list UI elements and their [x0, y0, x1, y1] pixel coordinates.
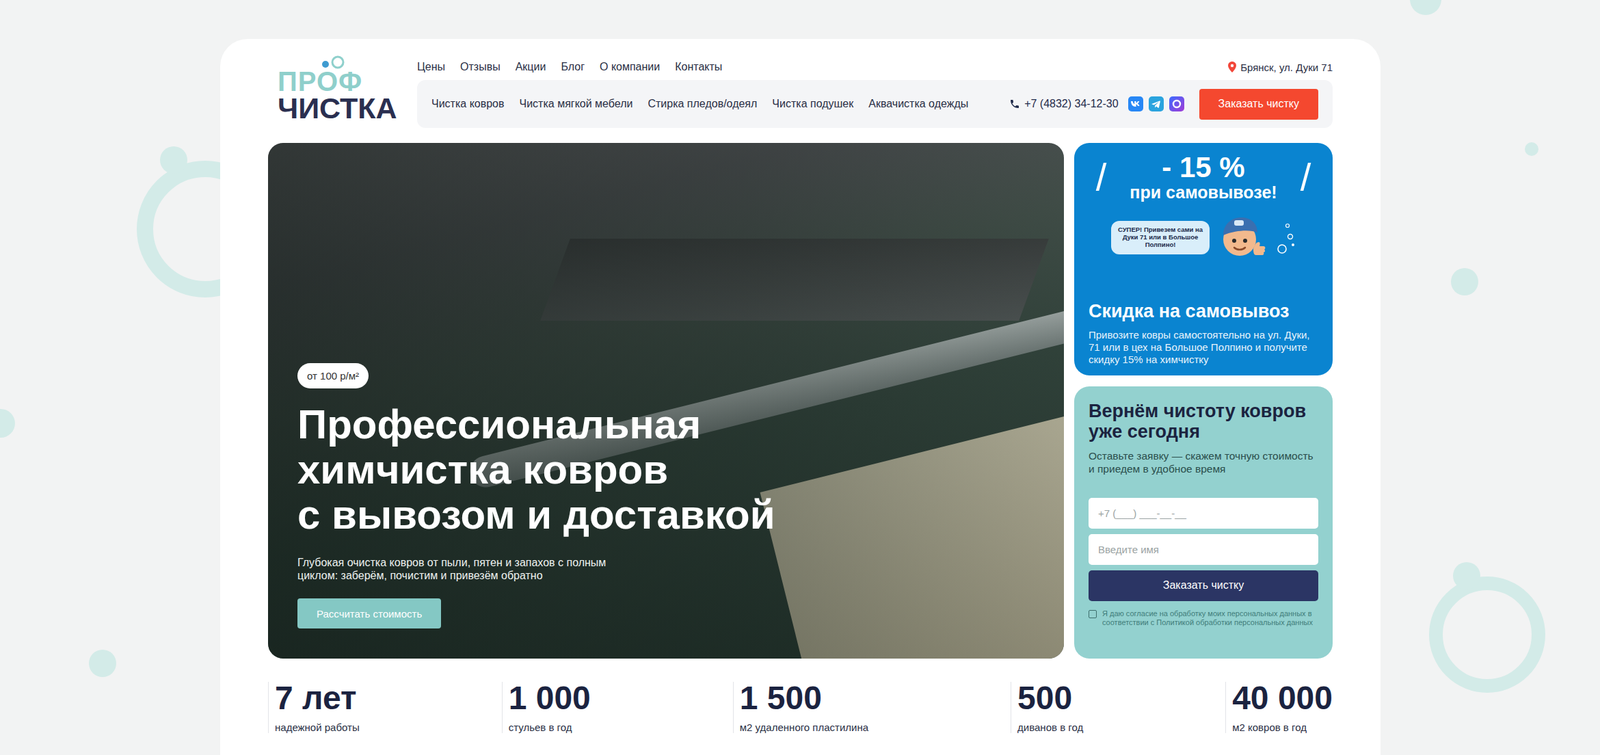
hero-banner: от 100 р/м² Профессиональнаяхимчистка ков…: [268, 142, 1064, 659]
service-link[interactable]: Аквачистка одежды: [868, 97, 969, 111]
site-card: ПРОФЧИСТКА Цены Отзывы Акции Блог О компании К…: [220, 38, 1381, 755]
stat-label: стульев в год: [508, 721, 591, 733]
hero-content: от 100 р/м² Профессиональнаяхимчистка ков…: [268, 363, 1064, 659]
vk-icon[interactable]: [1128, 96, 1144, 112]
stat-value: 7 лет: [274, 681, 360, 715]
bubble-decor: [1429, 576, 1546, 693]
hero-title-line: Профессиональная: [297, 402, 776, 448]
order-button[interactable]: Заказать чистку: [1199, 88, 1319, 120]
stat-item: 1 000 стульев в год: [501, 681, 591, 733]
bubbles-icon: [320, 55, 348, 71]
side-column: /- 15 %при самовывозе!/СУПЕР! Привезем с…: [1074, 142, 1333, 659]
slash: /: [1300, 157, 1312, 197]
top-nav-link[interactable]: Цены: [417, 60, 446, 74]
top-nav-link[interactable]: Акции: [515, 60, 547, 74]
stat-item: 1 500 м2 удаленного пластилина: [732, 681, 869, 733]
stat-item: 7 лет надежной работы: [268, 681, 360, 733]
service-link[interactable]: Чистка ковров: [431, 97, 505, 111]
hero-description: Глубокая очистка ковров от пыли, пятен и…: [297, 556, 626, 582]
lead-form: Вернём чистоту ковров уже сегодня Оставьт…: [1074, 386, 1333, 659]
form-title: Вернём чистоту ковров уже сегодня: [1088, 401, 1319, 442]
bubble-decor: [0, 408, 16, 438]
promo-text: Привозите ковры самостоятельно на ул. Ду…: [1088, 328, 1319, 366]
logo-bottom: ЧИСТКА: [277, 94, 412, 123]
submit-button[interactable]: Заказать чистку: [1088, 570, 1319, 602]
top-nav-link[interactable]: Контакты: [674, 60, 723, 74]
stat-label: надежной работы: [274, 721, 360, 733]
discount-text: - 15 %: [1129, 152, 1277, 183]
stat-value: 40 000: [1232, 681, 1333, 715]
price-badge: от 100 р/м²: [297, 363, 369, 389]
bubble-decor: [88, 649, 117, 677]
service-bar: Чистка ковров Чистка мягкой мебели Стирка …: [417, 80, 1333, 128]
top-row: Цены Отзывы Акции Блог О компании Контакты Бря…: [417, 55, 1333, 80]
form-fields: Заказать чистку: [1088, 497, 1319, 602]
stat-item: 500 диванов в год: [1010, 681, 1084, 733]
max-icon[interactable]: [1169, 96, 1185, 112]
calculate-button[interactable]: Рассчитать стоимость: [297, 598, 442, 629]
speech-bubble: СУПЕР! Привезем сами на Дуки 71 или в Бо…: [1111, 220, 1210, 255]
logo[interactable]: ПРОФЧИСТКА: [268, 55, 412, 128]
service-link[interactable]: Стирка пледов/одеял: [647, 97, 757, 111]
stat-item: 40 000 м2 ковров в год: [1225, 681, 1333, 733]
consent-text: Я даю согласие на обработку моих персона…: [1102, 609, 1319, 628]
photo-shade: [268, 142, 1064, 659]
promo-graphic: /- 15 %при самовывозе!/СУПЕР! Привезем с…: [1088, 152, 1319, 298]
promo-card[interactable]: /- 15 %при самовывозе!/СУПЕР! Привезем с…: [1074, 142, 1333, 376]
pin-icon: [1228, 61, 1237, 73]
consent-checkbox[interactable]: [1088, 609, 1097, 619]
services-nav: Чистка ковров Чистка мягкой мебели Стирка …: [431, 97, 969, 111]
stat-value: 1 500: [739, 681, 869, 715]
consent[interactable]: Я даю согласие на обработку моих персона…: [1088, 609, 1319, 628]
bubble-decor: [1409, 0, 1442, 16]
stat-value: 500: [1017, 681, 1084, 715]
phone-text: +7 (4832) 34-12-30: [1024, 97, 1118, 111]
bubble-decor: [1450, 268, 1479, 296]
telegram-icon[interactable]: [1148, 96, 1164, 112]
stat-label: м2 удаленного пластилина: [739, 721, 869, 733]
stat-label: диванов в год: [1017, 721, 1084, 733]
phone-icon: [1009, 98, 1021, 110]
header-right: Цены Отзывы Акции Блог О компании Контакты Бря…: [417, 55, 1333, 128]
hero-title: Профессиональнаяхимчистка ковровс вывозо…: [297, 402, 776, 538]
promo-illustration: СУПЕР! Привезем сами на Дуки 71 или в Бо…: [1088, 209, 1319, 267]
top-nav-link[interactable]: Блог: [560, 60, 585, 74]
mascot-icon: [1213, 209, 1272, 267]
hero-title-line: с вывозом и доставкой: [297, 492, 776, 538]
slash: /: [1096, 157, 1108, 197]
hero-section: от 100 р/м² Профессиональнаяхимчистка ков…: [268, 142, 1333, 659]
page: ПРОФЧИСТКА Цены Отзывы Акции Блог О компании К…: [0, 0, 1600, 755]
service-link[interactable]: Чистка подушек: [771, 97, 854, 111]
bubble-decor: [160, 146, 188, 174]
stats: 7 летнадежной работы1 000стульев в год1 …: [268, 681, 1333, 733]
phone-input[interactable]: [1088, 497, 1319, 529]
phone[interactable]: +7 (4832) 34-12-30: [1009, 97, 1118, 111]
bubbles-icon: [1275, 217, 1296, 259]
location[interactable]: Брянск, ул. Дуки 71: [1228, 61, 1333, 74]
discount-subtitle: при самовывозе!: [1129, 182, 1277, 203]
promo-head: / - 15 %при самовывозе! /: [1088, 152, 1319, 203]
top-nav: Цены Отзывы Акции Блог О компании Контакты: [417, 60, 723, 74]
top-nav-link[interactable]: О компании: [599, 60, 660, 74]
hero-title-line: химчистка ковров: [297, 447, 776, 493]
service-link[interactable]: Чистка мягкой мебели: [519, 97, 634, 111]
bubble-decor: [1524, 142, 1539, 156]
form-text: Оставьте заявку — скажем точную стоимост…: [1088, 449, 1319, 476]
promo-discount: - 15 %при самовывозе!: [1129, 152, 1277, 203]
header: ПРОФЧИСТКА Цены Отзывы Акции Блог О компании К…: [268, 55, 1333, 128]
name-input[interactable]: [1088, 534, 1319, 565]
top-nav-link[interactable]: Отзывы: [460, 60, 501, 74]
stat-value: 1 000: [508, 681, 591, 715]
contacts: +7 (4832) 34-12-30 Заказать чистку: [1009, 88, 1319, 120]
logo-top: ПРОФ: [277, 68, 412, 95]
bubble-decor: [1452, 562, 1481, 590]
stat-label: м2 ковров в год: [1232, 721, 1333, 733]
promo-title: Скидка на самовывоз: [1088, 301, 1319, 323]
location-text: Брянск, ул. Дуки 71: [1240, 61, 1333, 74]
